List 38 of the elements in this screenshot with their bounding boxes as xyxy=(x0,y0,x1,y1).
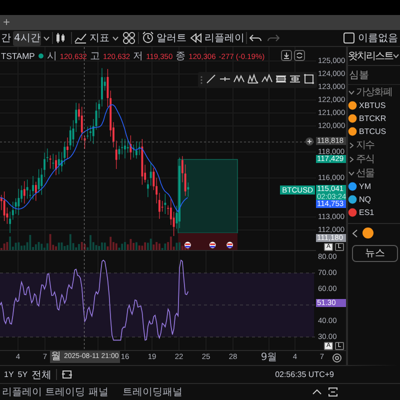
watchlist-row[interactable]: BTCKR xyxy=(348,112,400,125)
watchlist-row[interactable]: YM xyxy=(348,180,400,193)
watchlist-group[interactable]: 가상화폐 xyxy=(348,85,400,99)
symbol-ticker: ES1 xyxy=(359,208,374,217)
ohlc-label: 저 xyxy=(133,50,144,63)
replay-button[interactable]: 리플레이 xyxy=(188,30,246,46)
watchlist-row[interactable]: ES1 xyxy=(348,206,400,219)
symbol-ticker: NQ xyxy=(359,195,371,204)
watchlist-group[interactable]: 주식 xyxy=(348,152,400,166)
panel-tab[interactable]: 리플레이 트레이딩 패널 xyxy=(2,385,108,399)
interval-button[interactable]: 4시간 xyxy=(13,30,42,46)
news-button[interactable]: 뉴스 xyxy=(352,245,398,262)
new-tab-button[interactable]: + xyxy=(0,15,14,30)
panel-tab[interactable]: 트레이딩패널 xyxy=(122,385,182,399)
symbol-ticker: XBTUS xyxy=(359,101,386,110)
alert-button[interactable]: 알러트 xyxy=(140,30,188,46)
symbol-ticker: BTCUS xyxy=(359,127,386,136)
range-button[interactable]: 5Y xyxy=(18,370,28,379)
time-tick: 9월 xyxy=(260,351,278,364)
clock[interactable]: 02:56:35 UTC+9 xyxy=(275,370,334,379)
ohlc-label: 종 xyxy=(176,50,186,63)
watchlist-row[interactable]: BTCUS xyxy=(348,125,400,138)
ohlc-label: 고 xyxy=(90,50,100,63)
ohlc-label: 시 xyxy=(46,50,57,63)
indicators-button[interactable]: 지표 xyxy=(73,30,110,46)
symbol-name[interactable]: TSTAMP xyxy=(1,51,35,61)
watchlist-row[interactable]: NQ xyxy=(348,193,400,206)
watchlist-group[interactable]: 지수 xyxy=(348,138,400,152)
symbol-ticker: YM xyxy=(359,182,371,191)
range-button[interactable]: 1Y xyxy=(4,370,14,379)
watchlist-group[interactable]: 선물 xyxy=(348,166,400,180)
interval-button[interactable]: 간 xyxy=(0,30,12,46)
layout-name-button[interactable]: 이름없음 xyxy=(357,30,399,46)
range-button[interactable]: 전체 xyxy=(32,368,52,382)
symbol-ticker: BTCKR xyxy=(359,114,386,123)
watchlist-title[interactable]: 왓치리스트 xyxy=(348,49,393,63)
column-header: 심볼 xyxy=(348,66,400,85)
watchlist-row[interactable]: XBTUS xyxy=(348,99,400,112)
